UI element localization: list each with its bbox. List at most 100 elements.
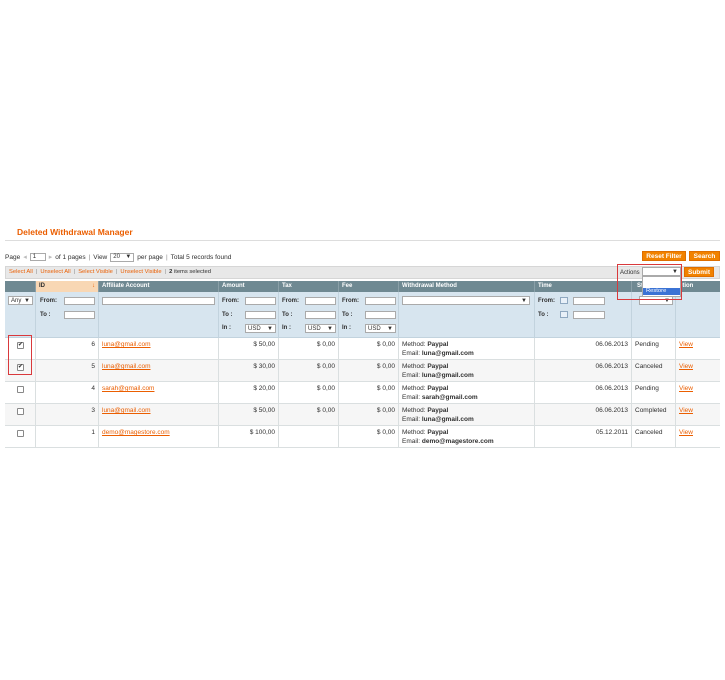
method-cell: Method: Paypal Email: luna@gmail.com: [399, 338, 535, 360]
view-link[interactable]: View: [679, 363, 693, 370]
tax-to-input[interactable]: [305, 311, 336, 319]
title-divider: [5, 240, 720, 241]
search-button[interactable]: Search: [689, 251, 720, 261]
table-row[interactable]: ✔ 6 luna@gmail.com $ 50,00 $ 0,00 $ 0,00 Metho…: [5, 338, 720, 360]
id-from-input[interactable]: [64, 297, 95, 305]
row-checkbox[interactable]: [17, 408, 24, 415]
action-cell: View: [676, 426, 720, 448]
mass-action-bar: Select All | Unselect All | Select Visible | U…: [5, 266, 720, 279]
header-action: ction: [679, 283, 694, 289]
pager: Page ◂ 1 ▸ of 1 pages | View 20 ▼ per pag…: [5, 252, 232, 262]
highlight-box-actions: [617, 264, 682, 300]
view-link[interactable]: View: [679, 407, 693, 414]
view-link[interactable]: View: [679, 429, 693, 436]
calendar-icon[interactable]: [560, 311, 568, 318]
method-value: Paypal: [427, 407, 449, 414]
account-link[interactable]: luna@gmail.com: [102, 341, 151, 348]
fee-from-input[interactable]: [365, 297, 396, 305]
amount-to-input[interactable]: [245, 311, 276, 319]
id-cell: 6: [36, 338, 99, 360]
method-cell: Method: Paypal Email: demo@magestore.com: [399, 426, 535, 448]
amount-cell: $ 50,00: [219, 338, 279, 360]
view-link[interactable]: View: [679, 385, 693, 392]
account-filter-input[interactable]: [102, 297, 215, 305]
prev-page-icon[interactable]: ◂: [23, 253, 27, 261]
sort-arrow-icon: ↓: [92, 283, 95, 289]
action-cell: View: [676, 338, 720, 360]
time-cell: 05.12.2011: [535, 426, 632, 448]
unselect-all-link[interactable]: Unselect All: [40, 269, 70, 275]
header-tax[interactable]: Tax: [279, 281, 339, 292]
highlight-box-checkboxes: [8, 335, 32, 375]
chevron-down-icon: ▼: [521, 297, 527, 304]
account-cell: luna@gmail.com: [99, 338, 219, 360]
email-value: luna@gmail.com: [421, 350, 474, 357]
method-value: Paypal: [427, 429, 449, 436]
account-cell: luna@gmail.com: [99, 404, 219, 426]
time-to-input[interactable]: [573, 311, 605, 319]
time-from-input[interactable]: [573, 297, 605, 305]
chevron-down-icon: ▼: [125, 254, 132, 260]
total-records: Total 5 records found: [170, 253, 232, 261]
header-mass: [5, 281, 36, 292]
select-visible-link[interactable]: Select Visible: [78, 269, 113, 275]
calendar-icon[interactable]: [560, 297, 568, 304]
view-link[interactable]: View: [679, 341, 693, 348]
select-all-link[interactable]: Select All: [9, 269, 33, 275]
account-link[interactable]: luna@gmail.com: [102, 363, 151, 370]
chevron-down-icon: ▼: [24, 297, 30, 304]
header-amount[interactable]: Amount: [219, 281, 279, 292]
header-method[interactable]: Withdrawal Method: [399, 281, 535, 292]
table-row[interactable]: 4 sarah@gmail.com $ 20,00 $ 0,00 $ 0,00 Metho…: [5, 382, 720, 404]
method-value: Paypal: [427, 341, 449, 348]
amount-currency-select[interactable]: USD ▼: [245, 324, 276, 333]
fee-cell: $ 0,00: [339, 338, 399, 360]
per-page-select[interactable]: 20 ▼: [110, 252, 135, 262]
table-row[interactable]: 3 luna@gmail.com $ 50,00 $ 0,00 $ 0,00 Method…: [5, 404, 720, 426]
email-value: sarah@gmail.com: [421, 394, 478, 401]
page-label: Page: [5, 253, 21, 261]
action-cell: View: [676, 382, 720, 404]
email-value: demo@magestore.com: [421, 438, 494, 445]
page-title: Deleted Withdrawal Manager: [17, 227, 133, 237]
action-cell: View: [676, 360, 720, 382]
filter-row: Any ▼ From: To : From: To : In : USD ▼ Fro…: [5, 292, 720, 338]
id-cell: 3: [36, 404, 99, 426]
tax-cell: $ 0,00: [279, 404, 339, 426]
tax-from-input[interactable]: [305, 297, 336, 305]
row-checkbox[interactable]: [17, 386, 24, 393]
header-id[interactable]: ID ↓: [36, 281, 99, 292]
account-link[interactable]: sarah@gmail.com: [102, 385, 154, 392]
fee-currency-select[interactable]: USD ▼: [365, 324, 396, 333]
fee-to-input[interactable]: [365, 311, 396, 319]
id-to-input[interactable]: [64, 311, 95, 319]
checkbox-cell: [5, 404, 36, 426]
tax-currency-select[interactable]: USD ▼: [305, 324, 336, 333]
method-filter-select[interactable]: ▼: [402, 296, 530, 305]
status-cell: Pending: [632, 382, 676, 404]
id-cell: 4: [36, 382, 99, 404]
view-label: View: [93, 253, 108, 261]
mass-filter-select[interactable]: Any ▼: [8, 296, 33, 305]
time-cell: 06.06.2013: [535, 360, 632, 382]
reset-filter-button[interactable]: Reset Filter: [642, 251, 686, 261]
submit-button[interactable]: Submit: [684, 267, 714, 277]
header-account[interactable]: Affiliate Account: [99, 281, 219, 292]
amount-cell: $ 20,00: [219, 382, 279, 404]
amount-from-input[interactable]: [245, 297, 276, 305]
page-input[interactable]: 1: [29, 253, 46, 261]
unselect-visible-link[interactable]: Unselect Visible: [120, 269, 161, 275]
fee-cell: $ 0,00: [339, 404, 399, 426]
method-cell: Method: Paypal Email: luna@gmail.com: [399, 404, 535, 426]
next-page-icon[interactable]: ▸: [49, 253, 53, 261]
row-checkbox[interactable]: [17, 430, 24, 437]
chevron-down-icon: ▼: [267, 325, 273, 332]
table-row[interactable]: 1 demo@magestore.com $ 100,00 $ 0,00 Method:…: [5, 426, 720, 448]
table-row[interactable]: ✔ 5 luna@gmail.com $ 30,00 $ 0,00 $ 0,00 Metho…: [5, 360, 720, 382]
account-link[interactable]: luna@gmail.com: [102, 407, 151, 414]
header-fee[interactable]: Fee: [339, 281, 399, 292]
method-cell: Method: Paypal Email: sarah@gmail.com: [399, 382, 535, 404]
account-link[interactable]: demo@magestore.com: [102, 429, 170, 436]
account-cell: luna@gmail.com: [99, 360, 219, 382]
selected-suffix: items selected: [173, 269, 211, 275]
